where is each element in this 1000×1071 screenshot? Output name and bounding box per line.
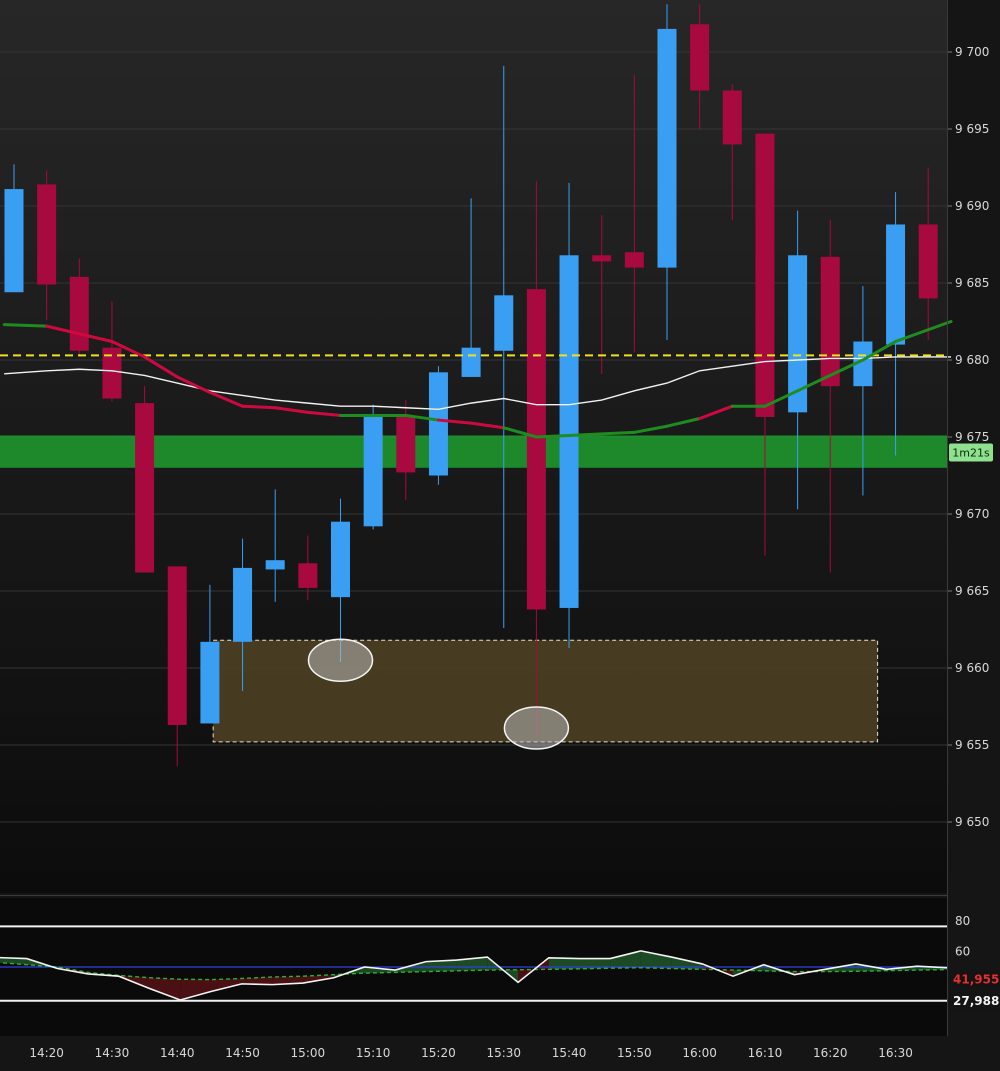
oscillator-tick-label: 80: [955, 914, 970, 928]
signal-value-label: 41,955: [953, 972, 999, 986]
price-tick-label: 9 685: [955, 276, 989, 290]
candle-body-up: [657, 28, 677, 268]
price-tick-label: 9 660: [955, 661, 989, 675]
candle-body-down: [690, 24, 710, 91]
candle-body-down: [820, 256, 840, 387]
time-tick-label: 15:10: [356, 1046, 391, 1060]
timer-label: 1m21s: [952, 446, 990, 459]
candle-body-down: [298, 563, 318, 588]
price-tick-label: 9 680: [955, 353, 989, 367]
wick-marker: [307, 638, 374, 683]
candle-body-down: [918, 224, 938, 299]
time-axis-background: [0, 1036, 947, 1067]
moving-average-segment: [534, 433, 571, 439]
candle-body-down: [526, 289, 546, 610]
time-tick-label: 14:30: [95, 1046, 130, 1060]
time-tick-label: 15:50: [617, 1046, 652, 1060]
wick-marker: [503, 706, 570, 750]
time-tick-label: 15:20: [421, 1046, 456, 1060]
price-tick-label: 9 670: [955, 507, 989, 521]
candle-body-up: [428, 372, 448, 476]
moving-average-segment: [600, 430, 636, 436]
time-tick-label: 16:20: [813, 1046, 848, 1060]
candle-body-up: [559, 255, 579, 608]
time-tick-label: 15:30: [486, 1046, 521, 1060]
time-tick-label: 15:40: [552, 1046, 587, 1060]
candle-body-down: [396, 416, 416, 473]
candle-body-down: [135, 403, 155, 573]
time-tick-label: 16:10: [748, 1046, 783, 1060]
time-tick-label: 14:40: [160, 1046, 195, 1060]
price-tick-label: 9 675: [955, 430, 989, 444]
candle-body-down: [167, 566, 187, 725]
candle-body-up: [265, 560, 285, 570]
candle-body-down: [592, 255, 612, 262]
candle-body-up: [200, 641, 220, 724]
oscillator-tick-label: 60: [955, 945, 970, 959]
moving-average-segment: [567, 432, 604, 437]
price-tick-label: 9 690: [955, 199, 989, 213]
candle-body-down: [69, 276, 89, 351]
price-tick-label: 9 650: [955, 815, 989, 829]
candle-body-down: [755, 133, 775, 417]
candle-body-down: [624, 252, 644, 268]
chart-root: 9 700 9 695 9 690 9 685 9 680 9 675 9 670 9 665…: [0, 0, 1000, 1067]
candle-body-up: [886, 224, 906, 345]
candle-body-up: [4, 189, 24, 293]
moving-average-segment: [2, 323, 49, 328]
price-tick-label: 9 695: [955, 122, 989, 136]
candle-body-up: [331, 521, 350, 598]
candle-body-down: [722, 90, 742, 145]
price-axis-background: [947, 0, 1000, 1067]
price-tick-label: 9 700: [955, 45, 989, 59]
time-tick-label: 16:30: [878, 1046, 913, 1060]
candle-body-up: [494, 295, 514, 351]
time-tick-label: 16:00: [682, 1046, 717, 1060]
time-tick-label: 15:00: [291, 1046, 326, 1060]
candle-body-up: [233, 567, 253, 642]
price-tick-label: 9 665: [955, 584, 989, 598]
candle-body-up: [461, 347, 481, 377]
candle-body-down: [37, 184, 57, 285]
time-tick-label: 14:20: [29, 1046, 64, 1060]
level-value-label: 27,988: [953, 994, 999, 1008]
moving-average-segment: [241, 404, 277, 410]
chart-svg: 9 700 9 695 9 690 9 685 9 680 9 675 9 670 9 665…: [0, 0, 1000, 1067]
price-tick-label: 9 655: [955, 738, 989, 752]
candle-body-up: [363, 415, 383, 527]
time-tick-label: 14:50: [225, 1046, 260, 1060]
